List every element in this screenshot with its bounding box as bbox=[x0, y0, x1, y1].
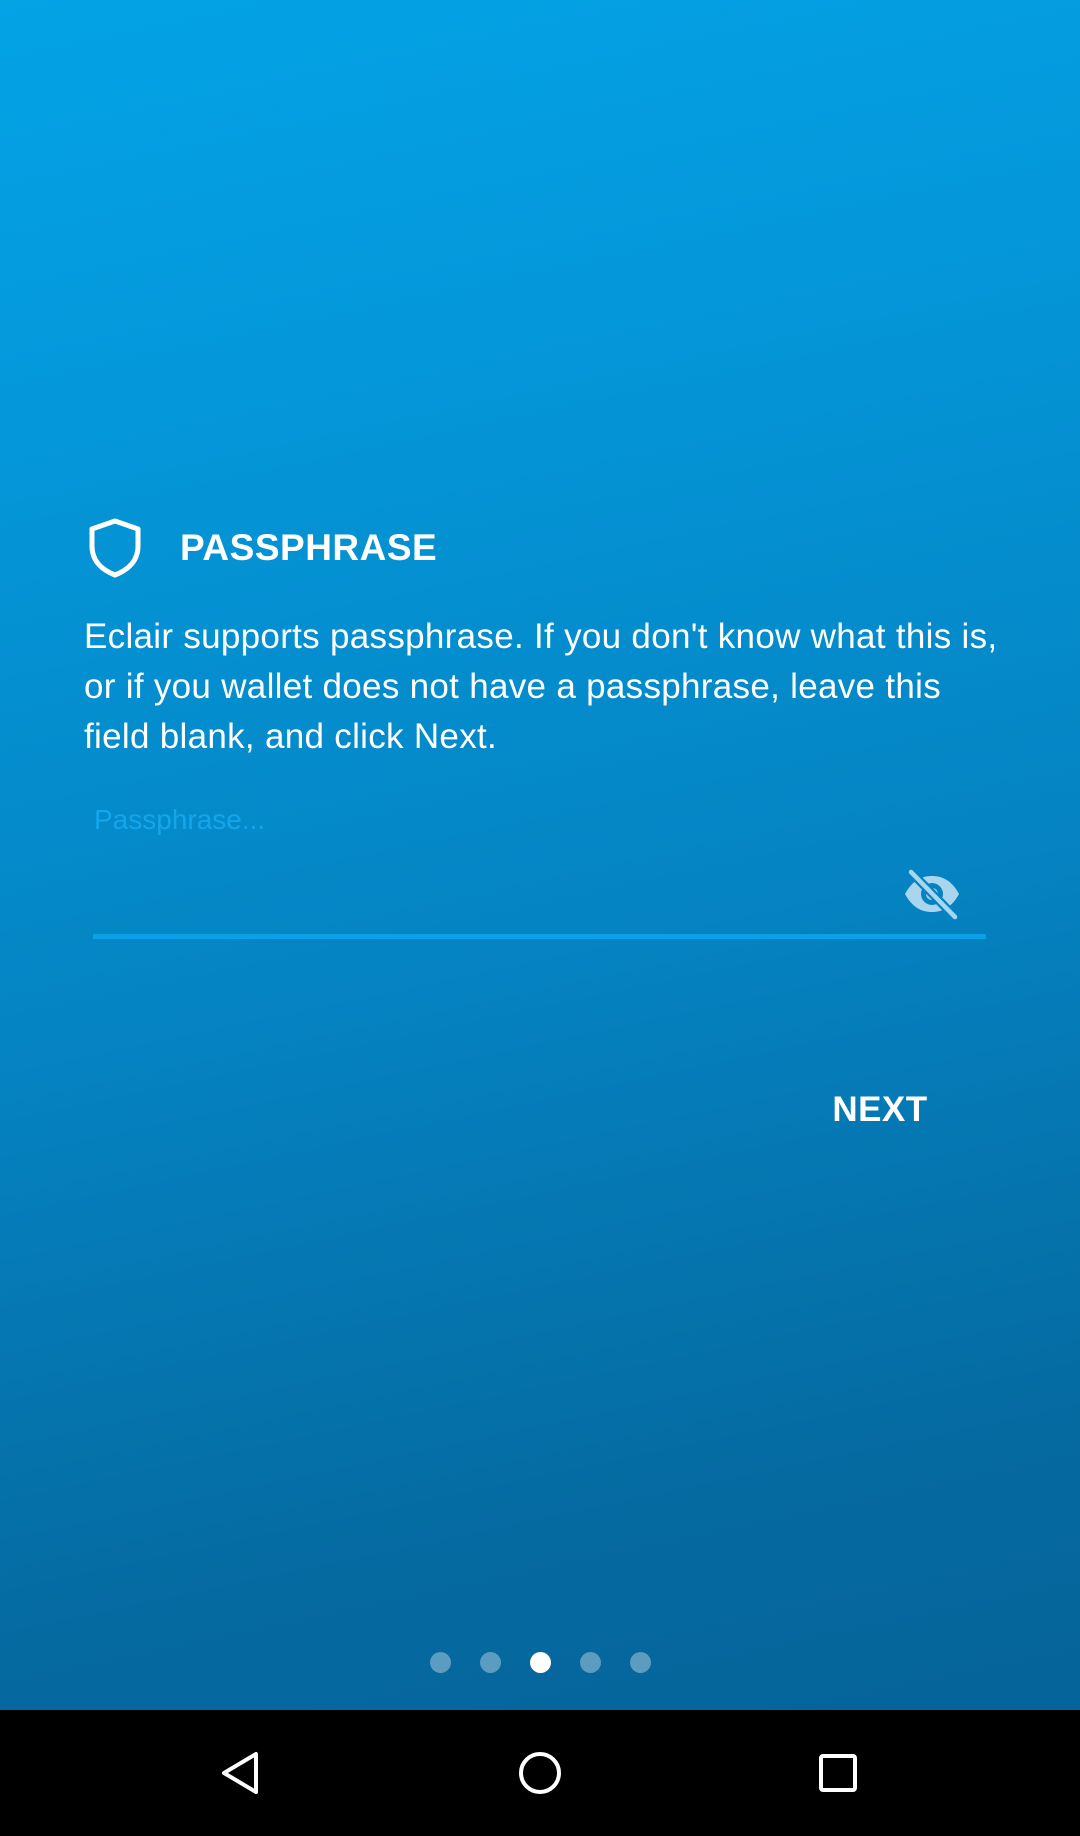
recents-square-icon bbox=[819, 1754, 857, 1792]
section-title: PASSPHRASE bbox=[180, 527, 438, 568]
next-button[interactable]: NEXT bbox=[810, 1075, 950, 1145]
passphrase-description: Eclair supports passphrase. If you don't… bbox=[84, 617, 998, 756]
section-header: PASSPHRASE bbox=[88, 516, 437, 580]
back-triangle-icon bbox=[222, 1752, 258, 1794]
back-button[interactable] bbox=[200, 1732, 282, 1814]
visibility-off-icon bbox=[905, 867, 960, 921]
page-dot-active bbox=[530, 1652, 551, 1673]
passphrase-field: Passphrase... bbox=[93, 796, 986, 940]
passphrase-screen: PASSPHRASE Eclair supports passphrase. I… bbox=[0, 0, 1080, 1710]
visibility-toggle-button[interactable] bbox=[901, 866, 963, 922]
recents-button[interactable] bbox=[797, 1732, 879, 1814]
page-dot bbox=[430, 1652, 451, 1673]
page-dot bbox=[580, 1652, 601, 1673]
passphrase-field-underline bbox=[93, 934, 986, 939]
page-indicator bbox=[0, 1652, 1080, 1674]
home-circle-icon bbox=[519, 1752, 561, 1794]
home-button[interactable] bbox=[499, 1732, 581, 1814]
shield-icon bbox=[89, 518, 141, 578]
system-navigation-bar bbox=[0, 1710, 1080, 1836]
page-dot bbox=[480, 1652, 501, 1673]
passphrase-input[interactable] bbox=[93, 854, 873, 924]
page-dot bbox=[630, 1652, 651, 1673]
passphrase-field-label: Passphrase... bbox=[94, 804, 266, 835]
